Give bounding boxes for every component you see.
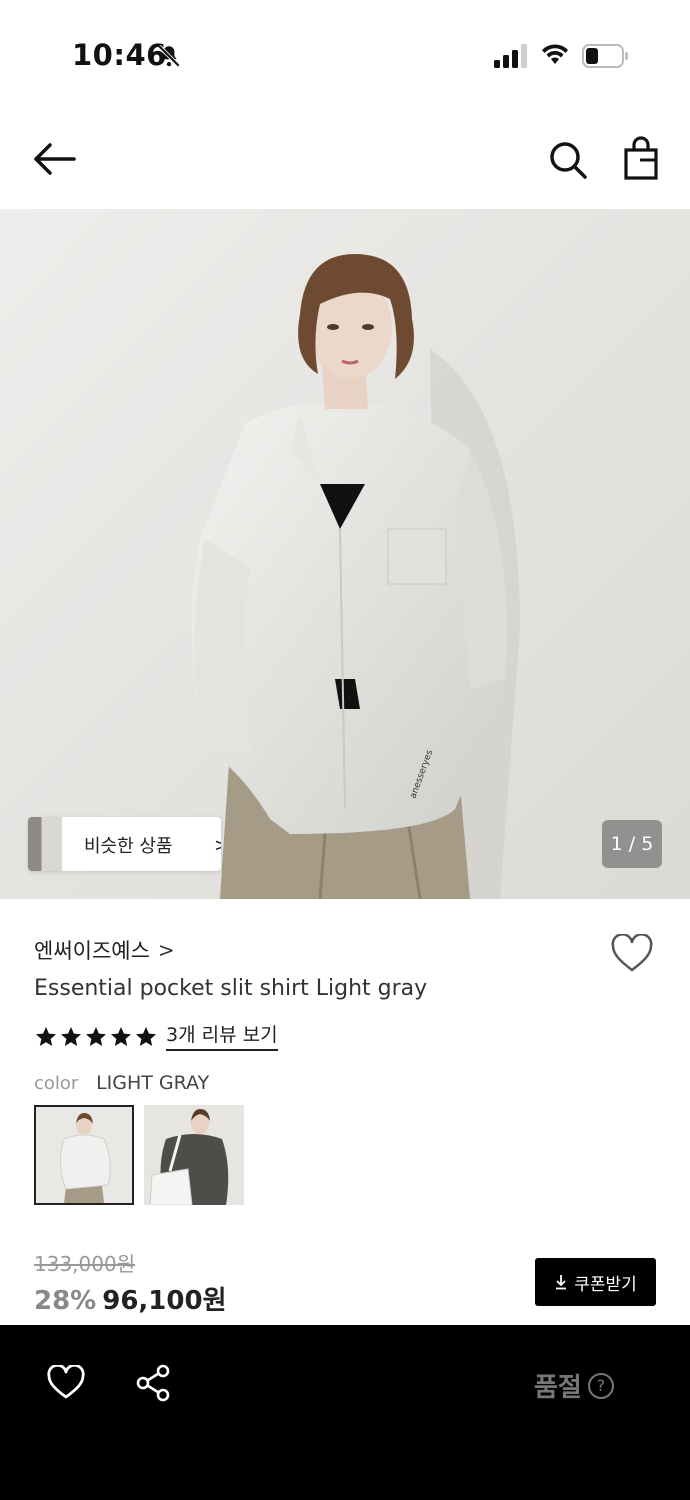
bottom-action-bar: 품절 ? bbox=[0, 1325, 690, 1500]
coupon-label: 쿠폰받기 bbox=[574, 1274, 637, 1295]
bottom-wishlist-button[interactable] bbox=[46, 1363, 86, 1401]
chevron-right-icon: > bbox=[214, 835, 221, 856]
share-button[interactable] bbox=[134, 1363, 174, 1403]
rating-stars bbox=[34, 1025, 158, 1049]
signal-icon bbox=[494, 44, 527, 68]
search-button[interactable] bbox=[546, 138, 590, 182]
coupon-button[interactable]: 쿠폰받기 bbox=[535, 1258, 656, 1306]
similar-products-thumbnail bbox=[28, 817, 62, 871]
similar-products-button[interactable]: 비슷한 상품 > bbox=[28, 817, 221, 871]
color-value: LIGHT GRAY bbox=[96, 1072, 210, 1094]
chevron-right-icon: > bbox=[157, 938, 175, 962]
star-icon bbox=[111, 1027, 131, 1046]
color-row: color LIGHT GRAY bbox=[34, 1072, 209, 1094]
product-image-carousel[interactable]: anesseryes bbox=[0, 209, 690, 899]
status-time: 10:46 bbox=[72, 38, 167, 72]
wifi-icon bbox=[542, 44, 568, 64]
swatch-thumbnail bbox=[36, 1107, 132, 1203]
shopping-bag-icon bbox=[624, 136, 658, 180]
battery-icon bbox=[582, 44, 628, 68]
original-price: 133,000원 bbox=[34, 1252, 136, 1276]
image-page-indicator: 1 / 5 bbox=[602, 820, 662, 868]
price-row: 28% 96,100원 bbox=[34, 1280, 227, 1317]
star-icon bbox=[36, 1027, 56, 1046]
product-title: Essential pocket slit shirt Light gray bbox=[34, 976, 428, 1001]
similar-products-label: 비슷한 상품 bbox=[84, 836, 173, 857]
status-bar: 10:46 bbox=[0, 0, 690, 110]
top-navigation bbox=[0, 110, 690, 210]
sale-price: 96,100원 bbox=[102, 1286, 227, 1316]
brand-name: 엔써이즈예스 bbox=[34, 939, 150, 963]
star-icon bbox=[61, 1027, 81, 1046]
star-icon bbox=[136, 1027, 156, 1046]
help-icon[interactable]: ? bbox=[587, 1372, 614, 1399]
soldout-status: 품절 ? bbox=[534, 1367, 614, 1404]
download-icon bbox=[556, 1275, 567, 1290]
swatch-thumbnail bbox=[144, 1105, 244, 1205]
heart-icon bbox=[47, 1363, 85, 1399]
brand-link[interactable]: 엔써이즈예스 > bbox=[34, 936, 175, 964]
star-icon bbox=[86, 1027, 106, 1046]
review-link[interactable]: 3개 리뷰 보기 bbox=[166, 1024, 278, 1051]
back-button[interactable] bbox=[30, 136, 80, 182]
color-label: color bbox=[34, 1073, 79, 1094]
search-icon bbox=[550, 142, 587, 179]
heart-icon bbox=[611, 933, 653, 972]
color-swatch-light-gray[interactable] bbox=[34, 1105, 134, 1205]
soldout-label: 품절 bbox=[534, 1373, 582, 1403]
cart-button[interactable] bbox=[620, 136, 664, 182]
product-photo: anesseryes bbox=[0, 209, 690, 899]
wishlist-button[interactable] bbox=[610, 933, 654, 974]
arrow-left-icon bbox=[34, 143, 76, 175]
discount-rate: 28% bbox=[34, 1286, 97, 1316]
share-icon bbox=[136, 1364, 170, 1402]
bell-slash-icon bbox=[157, 44, 181, 68]
color-swatch-charcoal[interactable] bbox=[144, 1105, 244, 1205]
rating-row: 3개 리뷰 보기 bbox=[34, 1022, 278, 1052]
